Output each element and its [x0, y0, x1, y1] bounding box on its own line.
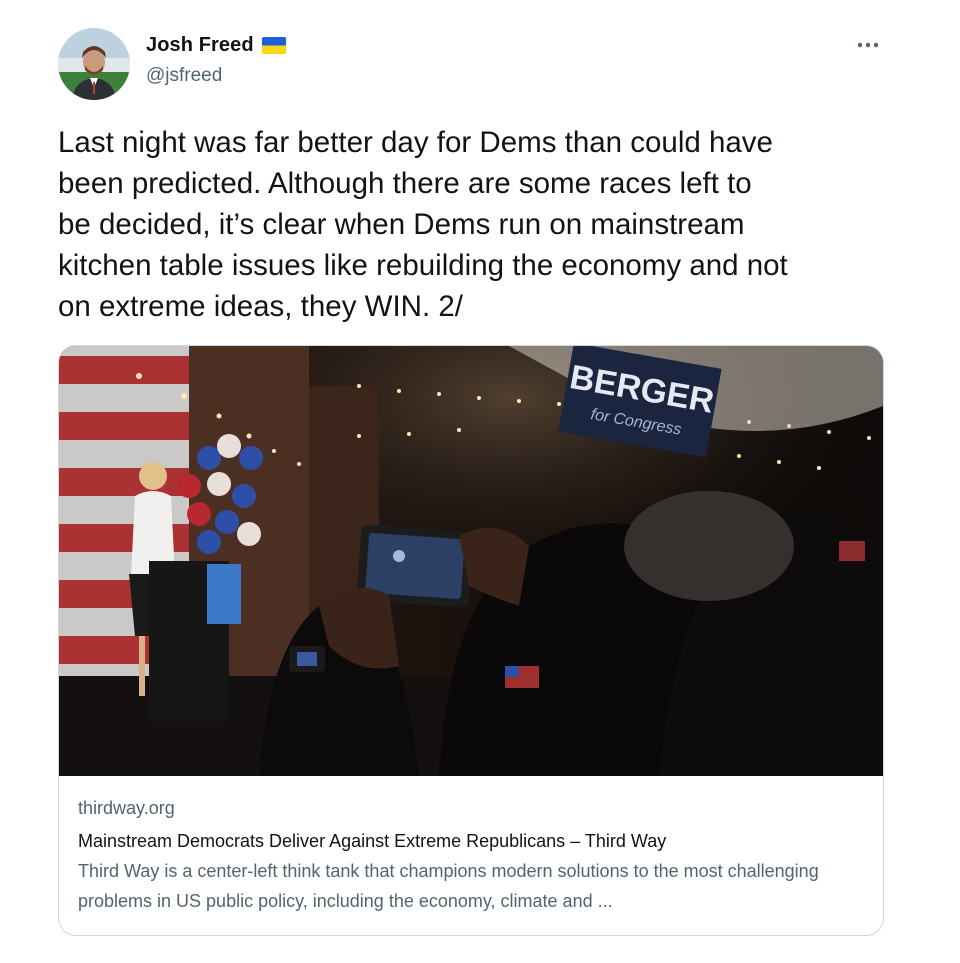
avatar[interactable]: [58, 28, 130, 100]
link-card[interactable]: BERGER for Congress thirdway.org Mainstr…: [58, 345, 884, 936]
card-title: Mainstream Democrats Deliver Against Ext…: [78, 831, 667, 851]
author-name-row[interactable]: Josh Freed: [146, 34, 286, 57]
handle[interactable]: @jsfreed: [146, 65, 222, 87]
ukraine-flag-icon: [261, 37, 286, 54]
more-horizontal-icon[interactable]: [854, 34, 882, 56]
card-meta: thirdway.org Mainstream Democrats Delive…: [78, 796, 867, 916]
display-name[interactable]: Josh Freed: [146, 34, 254, 57]
card-domain: thirdway.org: [78, 798, 175, 818]
card-description: Third Way is a center-left think tank th…: [78, 861, 819, 911]
tweet-text: Last night was far better day for Dems t…: [58, 126, 788, 323]
card-image[interactable]: BERGER for Congress: [59, 346, 883, 776]
tweet: Josh Freed @jsfreed Last night was far b…: [0, 0, 960, 963]
